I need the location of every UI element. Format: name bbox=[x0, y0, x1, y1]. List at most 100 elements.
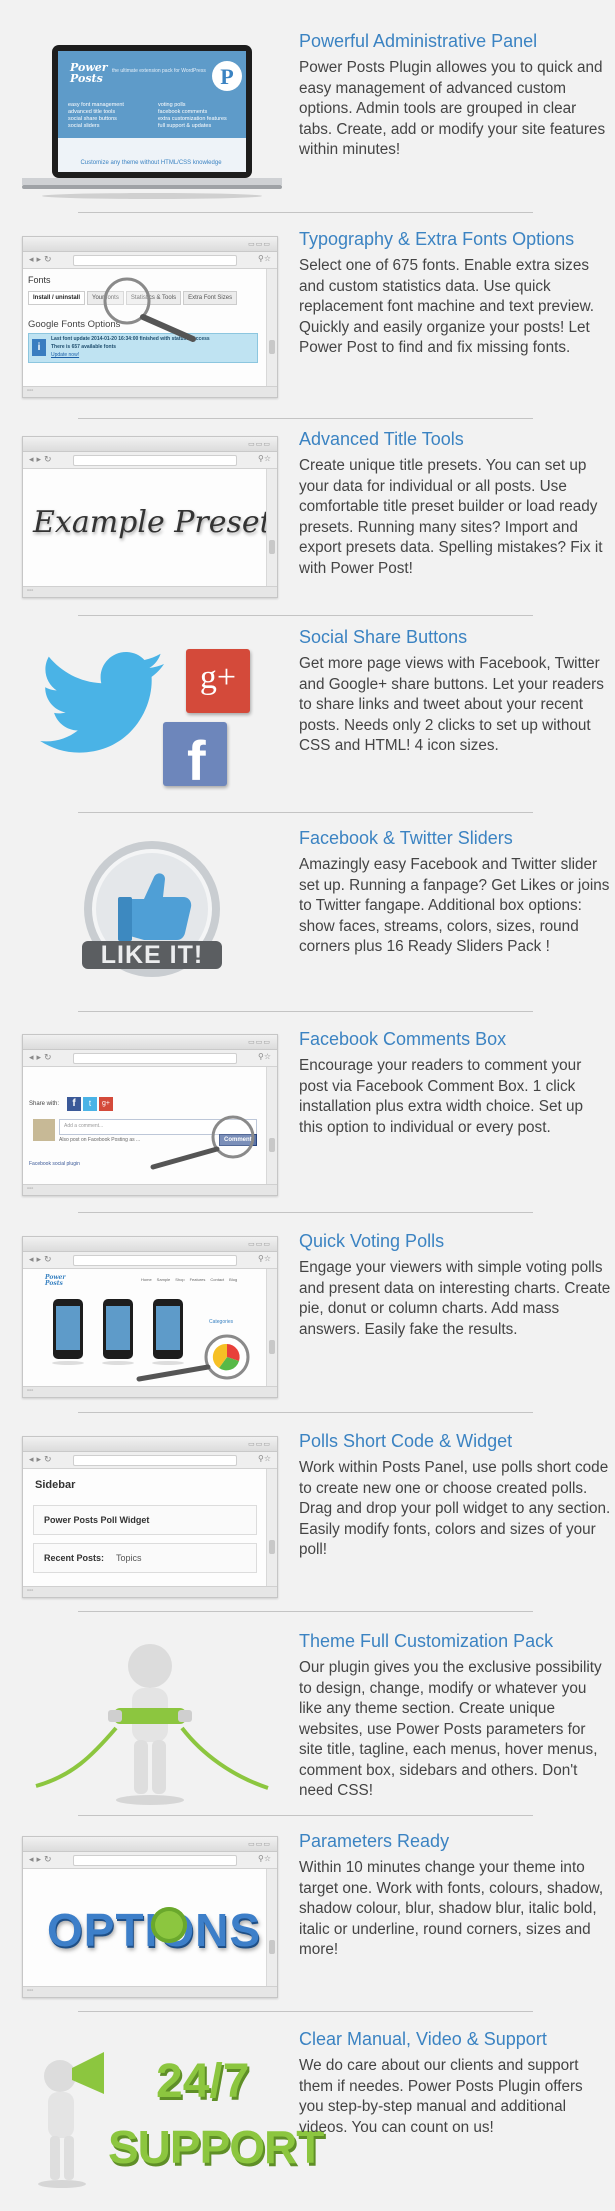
feature-description: Engage your viewers with simple voting p… bbox=[299, 1259, 611, 1338]
menu-item[interactable]: Features bbox=[190, 1277, 206, 1282]
menu-item[interactable]: Sample bbox=[157, 1277, 171, 1282]
laptop-footer-text: Customize any theme without HTML/CSS kno… bbox=[80, 160, 222, 166]
support-247-text: 24/7 bbox=[156, 2055, 250, 2108]
google-plus-icon[interactable]: g+ bbox=[186, 649, 250, 713]
window-controls-icon: ▭▭▭ bbox=[248, 1841, 271, 1848]
feature-text: Parameters Ready Within 10 minutes chang… bbox=[299, 1830, 611, 1961]
google-plus-share-icon[interactable]: g+ bbox=[99, 1097, 113, 1111]
laptop-icon: P bbox=[22, 45, 282, 199]
browser-thumbnail: ▭▭▭ ◂▸↻ ⚲☆ Share with: f t g+ Add a comme… bbox=[22, 1034, 278, 1199]
browser-window: ▭▭▭ ◂▸↻ ⚲☆ Share with: f t g+ Add a comme… bbox=[22, 1034, 278, 1196]
nav-arrows-icon: ◂▸↻ bbox=[29, 1052, 55, 1062]
feature-description: Amazingly easy Facebook and Twitter slid… bbox=[299, 856, 610, 955]
laptop-tagline: the ultimate extension pack for WordPres… bbox=[112, 68, 206, 74]
comment-placeholder: Add a comment... bbox=[64, 1123, 104, 1129]
svg-text:P: P bbox=[220, 64, 233, 89]
fonts-heading: Fonts bbox=[28, 275, 51, 285]
facebook-plugin-label: Facebook social plugin bbox=[29, 1161, 80, 1167]
search-icon: ⚲☆ bbox=[257, 1454, 271, 1463]
divider bbox=[78, 1611, 533, 1612]
also-post-checkbox[interactable]: Also post on Facebook Posting as ... bbox=[59, 1137, 140, 1143]
feature-description: Power Posts Plugin allowes you to quick … bbox=[299, 59, 606, 158]
plug-figure-icon bbox=[35, 1644, 269, 1805]
feature-text: Social Share Buttons Get more page views… bbox=[299, 626, 611, 757]
list-item: advanced title tools bbox=[68, 109, 116, 115]
feature-title: Social Share Buttons bbox=[299, 627, 468, 647]
feature-title: Theme Full Customization Pack bbox=[299, 1631, 554, 1651]
divider bbox=[78, 1212, 533, 1213]
feature-description: Select one of 675 fonts. Enable extra si… bbox=[299, 257, 595, 356]
poll-widget-item[interactable]: Power Posts Poll Widget bbox=[33, 1505, 257, 1535]
divider bbox=[78, 212, 533, 213]
twitter-share-icon[interactable]: t bbox=[83, 1097, 97, 1111]
site-logo: Power Posts bbox=[45, 1274, 66, 1287]
feature-support: 24/7 SUPPORT Clear Manual, Video & Suppo… bbox=[0, 2028, 615, 2208]
facebook-label: f bbox=[187, 729, 206, 792]
magnifier-icon bbox=[103, 277, 196, 342]
feature-text: Facebook & Twitter Sliders Amazingly eas… bbox=[299, 827, 611, 958]
list-item: extra customization features bbox=[158, 116, 227, 122]
menu-item[interactable]: Shop bbox=[175, 1277, 184, 1282]
tab-install[interactable]: Install / uninstall bbox=[28, 291, 86, 305]
avatar bbox=[33, 1119, 55, 1141]
magnifier-icon bbox=[150, 1115, 255, 1170]
feature-sliders: LIKE IT! Facebook & Twitter Sliders Amaz… bbox=[0, 827, 615, 1007]
feature-title: Quick Voting Polls bbox=[299, 1231, 445, 1251]
laptop-right-list: voting polls facebook comments extra cus… bbox=[158, 102, 227, 130]
laptop-logo: Power Posts bbox=[70, 61, 108, 85]
feature-social-share: g+ f Social Share Buttons Get more page … bbox=[0, 626, 615, 806]
list-item: social sliders bbox=[68, 123, 100, 129]
feature-description: Create unique title presets. You can set… bbox=[299, 457, 603, 577]
update-now-link[interactable]: Update now! bbox=[51, 352, 79, 358]
search-icon: ⚲☆ bbox=[257, 1254, 271, 1263]
info-icon: i bbox=[32, 339, 46, 356]
support-thumbnail: 24/7 SUPPORT bbox=[22, 2034, 324, 2199]
poll-widget-label: Power Posts Poll Widget bbox=[44, 1515, 150, 1525]
feature-title: Facebook & Twitter Sliders bbox=[299, 828, 513, 848]
menu-item[interactable]: Home bbox=[141, 1277, 152, 1282]
feature-text: Advanced Title Tools Create unique title… bbox=[299, 428, 611, 579]
feature-title: Advanced Title Tools bbox=[299, 429, 464, 449]
recent-posts-value: Topics bbox=[116, 1553, 142, 1563]
nav-arrows-icon: ◂▸↻ bbox=[29, 1854, 55, 1864]
support-text: SUPPORT bbox=[108, 2121, 324, 2173]
browser-window: ▭▭▭ ◂▸↻ ⚲☆ Fonts Install / uninstall Your… bbox=[22, 236, 278, 398]
browser-window: ▭▭▭ ◂▸↻ ⚲☆ Example Preset ▫▫▫ bbox=[22, 436, 278, 598]
feature-description: Get more page views with Facebook, Twitt… bbox=[299, 655, 604, 754]
divider bbox=[78, 1815, 533, 1816]
browser-window: ▭▭▭ ◂▸↻ ⚲☆ Power Posts Home Sample Shop F… bbox=[22, 1236, 278, 1398]
google-plus-label: g+ bbox=[199, 659, 237, 696]
menu-item[interactable]: Contact bbox=[210, 1277, 224, 1282]
feature-typography: ▭▭▭ ◂▸↻ ⚲☆ Fonts Install / uninstall Your… bbox=[0, 228, 615, 408]
sidebar-heading: Categories bbox=[209, 1319, 234, 1325]
feature-text: Polls Short Code & Widget Work within Po… bbox=[299, 1430, 611, 1561]
feature-title-tools: ▭▭▭ ◂▸↻ ⚲☆ Example Preset ▫▫▫ Advanced Ti… bbox=[0, 428, 615, 603]
feature-comments-box: ▭▭▭ ◂▸↻ ⚲☆ Share with: f t g+ Add a comme… bbox=[0, 1028, 615, 1208]
menu-item[interactable]: Blog bbox=[229, 1277, 237, 1282]
recent-posts-widget-item[interactable]: Recent Posts: Topics bbox=[33, 1543, 257, 1573]
laptop-thumbnail: P Power Posts the ultimate extension pac… bbox=[22, 40, 282, 210]
feature-text: Theme Full Customization Pack Our plugin… bbox=[299, 1630, 611, 1802]
feature-parameters: ▭▭▭ ◂▸↻⚲☆ OPTIONS ▫▫▫ Parameters Ready W… bbox=[0, 1830, 615, 2010]
facebook-share-icon[interactable]: f bbox=[67, 1097, 81, 1111]
feature-text: Powerful Administrative Panel Power Post… bbox=[299, 30, 611, 161]
divider bbox=[78, 418, 533, 419]
nav-arrows-icon: ◂▸↻ bbox=[29, 1254, 55, 1264]
search-icon: ⚲☆ bbox=[257, 254, 271, 263]
divider bbox=[78, 1011, 533, 1012]
feature-description: Work within Posts Panel, use polls short… bbox=[299, 1459, 611, 1558]
feature-theme-customization: Theme Full Customization Pack Our plugin… bbox=[0, 1630, 615, 1825]
search-icon: ⚲☆ bbox=[257, 1854, 271, 1863]
feature-title: Typography & Extra Fonts Options bbox=[299, 229, 575, 249]
facebook-icon[interactable]: f bbox=[163, 722, 227, 792]
browser-thumbnail: ▭▭▭ ◂▸↻⚲☆ OPTIONS ▫▫▫ bbox=[22, 1836, 278, 2001]
feature-title: Powerful Administrative Panel bbox=[299, 31, 538, 51]
window-controls-icon: ▭▭▭ bbox=[248, 1241, 271, 1248]
divider bbox=[78, 812, 533, 813]
feature-title: Parameters Ready bbox=[299, 1831, 450, 1851]
nav-arrows-icon: ◂▸↻ bbox=[29, 1454, 55, 1464]
browser-window: ▭▭▭ ◂▸↻⚲☆ OPTIONS ▫▫▫ bbox=[22, 1836, 278, 1998]
feature-title: Clear Manual, Video & Support bbox=[299, 2029, 547, 2049]
list-item: full support & updates bbox=[158, 123, 212, 129]
list-item: voting polls bbox=[158, 102, 186, 108]
